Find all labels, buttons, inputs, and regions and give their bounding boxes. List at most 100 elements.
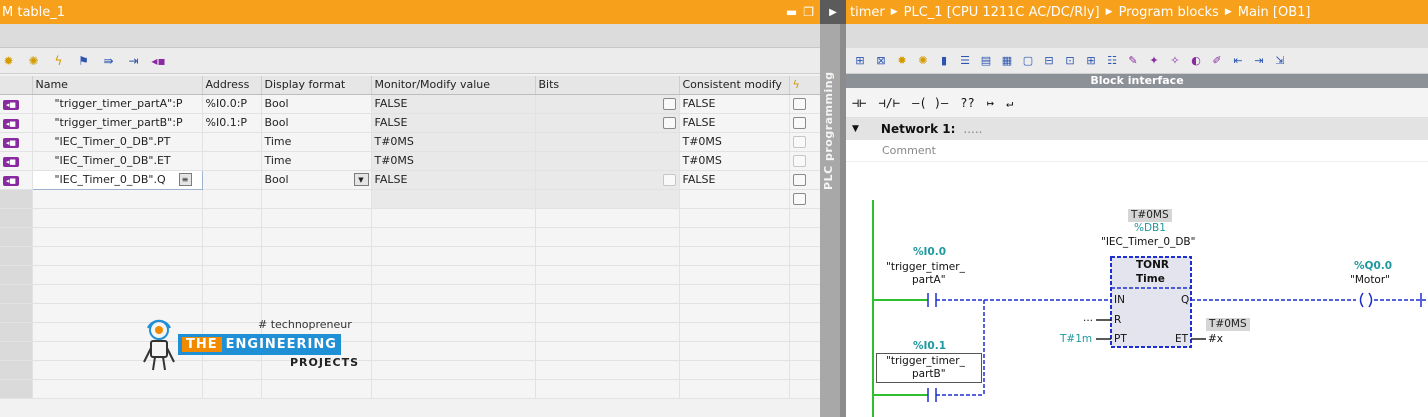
row-name-editor[interactable]: "IEC_Timer_0_DB".Q ≡ <box>31 169 203 190</box>
open-branch-icon[interactable]: ↦ <box>987 96 994 110</box>
contact1-name-line2[interactable]: partA" <box>912 274 946 286</box>
close-branch-icon[interactable]: ↵ <box>1006 96 1013 110</box>
list-icon[interactable]: ☷ <box>1104 53 1120 69</box>
timer-type[interactable]: TONR <box>1136 259 1169 271</box>
tag-browse-icon[interactable]: ≡ <box>178 173 192 187</box>
modify-checkbox[interactable] <box>792 117 806 129</box>
coil-name[interactable]: "Motor" <box>1350 274 1390 286</box>
table-row[interactable]: ◂■ "IEC_Timer_0_DB".PT Time T#0MS T#0MS <box>0 132 820 152</box>
table-row[interactable]: ◂■ "trigger_timer_partA":P %I0.0:P Bool … <box>0 94 820 114</box>
enable-peripheral-icon[interactable]: ⇛ <box>100 53 117 69</box>
network-comments-icon[interactable]: ▮ <box>936 53 952 69</box>
nc-contact-icon[interactable]: ⊣/⊢ <box>878 96 900 110</box>
contact-1[interactable] <box>927 293 937 307</box>
row-format[interactable]: Time <box>261 132 372 152</box>
row-format[interactable]: Bool <box>265 173 289 186</box>
col-bits[interactable]: Bits <box>535 76 680 95</box>
modify-checkbox[interactable] <box>792 174 806 186</box>
block-interface-bar[interactable]: Block interface <box>846 74 1428 88</box>
table-row-selected[interactable]: ◂■ "IEC_Timer_0_DB".Q ≡ Bool ▼ FALSE FALS… <box>0 169 820 190</box>
chevron-right-icon[interactable]: ▶ <box>820 0 846 24</box>
insert-network-icon[interactable]: ⊞ <box>852 53 868 69</box>
col-display-format[interactable]: Display format <box>261 76 372 95</box>
contact2-name-line1[interactable]: "trigger_timer_ <box>886 355 965 367</box>
bit-checkbox[interactable] <box>662 174 676 186</box>
row-format[interactable]: Time <box>261 151 372 171</box>
contact2-name-line2[interactable]: partB" <box>912 368 946 380</box>
modify-trigger-icon[interactable]: ⚑ <box>75 53 92 69</box>
row-name[interactable]: "IEC_Timer_0_DB".Q <box>55 173 179 186</box>
row-consistent[interactable]: T#0MS <box>679 132 790 152</box>
coil-icon[interactable]: –( )– <box>912 96 948 110</box>
open-all-icon[interactable]: ✹ <box>894 53 910 69</box>
modify-checkbox[interactable] <box>792 155 806 167</box>
absolute-icon[interactable]: ☰ <box>957 53 973 69</box>
insert-row-icon[interactable]: ⇥ <box>125 53 142 69</box>
modify-now-icon[interactable]: ϟ <box>50 53 67 69</box>
row-consistent[interactable]: FALSE <box>679 170 790 190</box>
monitor-all-icon[interactable]: ✹ <box>0 53 17 69</box>
bit-checkbox[interactable] <box>662 117 676 129</box>
block-icon[interactable]: ▦ <box>999 53 1015 69</box>
timer-subtype[interactable]: Time <box>1136 273 1165 285</box>
minimize-icon[interactable]: ▬ <box>786 5 797 19</box>
row-address[interactable] <box>202 151 262 171</box>
col-modify-icon[interactable]: ϟ <box>789 76 820 95</box>
row-format[interactable]: Bool <box>261 113 372 133</box>
force-icon[interactable]: ◂▪ <box>150 53 167 69</box>
row-address[interactable] <box>202 170 262 190</box>
align-icon[interactable]: ⇲ <box>1272 53 1288 69</box>
sort-icon[interactable]: ⊡ <box>1062 53 1078 69</box>
symbolic-icon[interactable]: ▤ <box>978 53 994 69</box>
row-name[interactable]: "IEC_Timer_0_DB".PT <box>32 132 203 152</box>
row-name[interactable]: "trigger_timer_partA":P <box>32 94 203 114</box>
modify-checkbox[interactable] <box>792 98 806 110</box>
timer-db-name[interactable]: "IEC_Timer_0_DB" <box>1101 236 1195 248</box>
network-header[interactable]: ▼ Network 1: ..... <box>846 118 1428 140</box>
network-comment[interactable]: Comment <box>846 140 1428 162</box>
no-contact-icon[interactable]: ⊣⊢ <box>852 96 866 110</box>
empty-box-icon[interactable]: ?? <box>960 96 974 110</box>
table-row[interactable]: ◂■ "IEC_Timer_0_DB".ET Time T#0MS T#0MS <box>0 151 820 171</box>
row-consistent[interactable]: FALSE <box>679 94 790 114</box>
r-operand[interactable]: ... <box>1083 312 1093 324</box>
table-row-empty[interactable] <box>0 189 820 209</box>
contact1-name-line1[interactable]: "trigger_timer_ <box>886 261 965 273</box>
contact-2[interactable] <box>927 388 937 402</box>
bit-checkbox[interactable] <box>662 98 676 110</box>
comment-icon[interactable]: ▢ <box>1020 53 1036 69</box>
compare-icon[interactable]: ◐ <box>1188 53 1204 69</box>
breadcrumb-item[interactable]: timer <box>850 5 885 20</box>
row-name[interactable]: "IEC_Timer_0_DB".ET <box>32 151 203 171</box>
et-operand[interactable]: #x <box>1208 333 1223 345</box>
edit-icon[interactable]: ✐ <box>1209 53 1225 69</box>
restore-icon[interactable]: ❐ <box>803 5 814 19</box>
col-monitor-value[interactable]: Monitor/Modify value <box>371 76 536 95</box>
monitor-icon[interactable]: ✧ <box>1167 53 1183 69</box>
row-name[interactable]: "trigger_timer_partB":P <box>32 113 203 133</box>
col-consistent-modify[interactable]: Consistent modify <box>679 76 790 95</box>
row-consistent[interactable]: FALSE <box>679 113 790 133</box>
breadcrumb-item[interactable]: Main [OB1] <box>1238 5 1311 20</box>
delete-network-icon[interactable]: ⊠ <box>873 53 889 69</box>
modify-checkbox[interactable] <box>792 193 806 205</box>
view-icon[interactable]: ⊞ <box>1083 53 1099 69</box>
indent-icon[interactable]: ⇤ <box>1230 53 1246 69</box>
favorites-icon[interactable]: ⊟ <box>1041 53 1057 69</box>
modify-checkbox[interactable] <box>792 136 806 148</box>
breakpoint-icon[interactable]: ✦ <box>1146 53 1162 69</box>
coil-motor[interactable] <box>1359 292 1373 308</box>
row-consistent[interactable]: T#0MS <box>679 151 790 171</box>
table-row[interactable]: ◂■ "trigger_timer_partB":P %I0.1:P Bool … <box>0 113 820 133</box>
collapse-icon[interactable]: ▼ <box>852 124 859 134</box>
col-name[interactable]: Name <box>32 76 203 95</box>
row-format[interactable]: Bool <box>261 94 372 114</box>
close-all-icon[interactable]: ✺ <box>915 53 931 69</box>
pt-operand[interactable]: T#1m <box>1060 333 1092 345</box>
breadcrumb-item[interactable]: Program blocks <box>1119 5 1219 20</box>
chevron-down-icon[interactable]: ▼ <box>353 172 369 186</box>
goto-error-icon[interactable]: ✎ <box>1125 53 1141 69</box>
row-address[interactable]: %I0.0:P <box>202 94 262 114</box>
col-address[interactable]: Address <box>202 76 262 95</box>
row-address[interactable]: %I0.1:P <box>202 113 262 133</box>
